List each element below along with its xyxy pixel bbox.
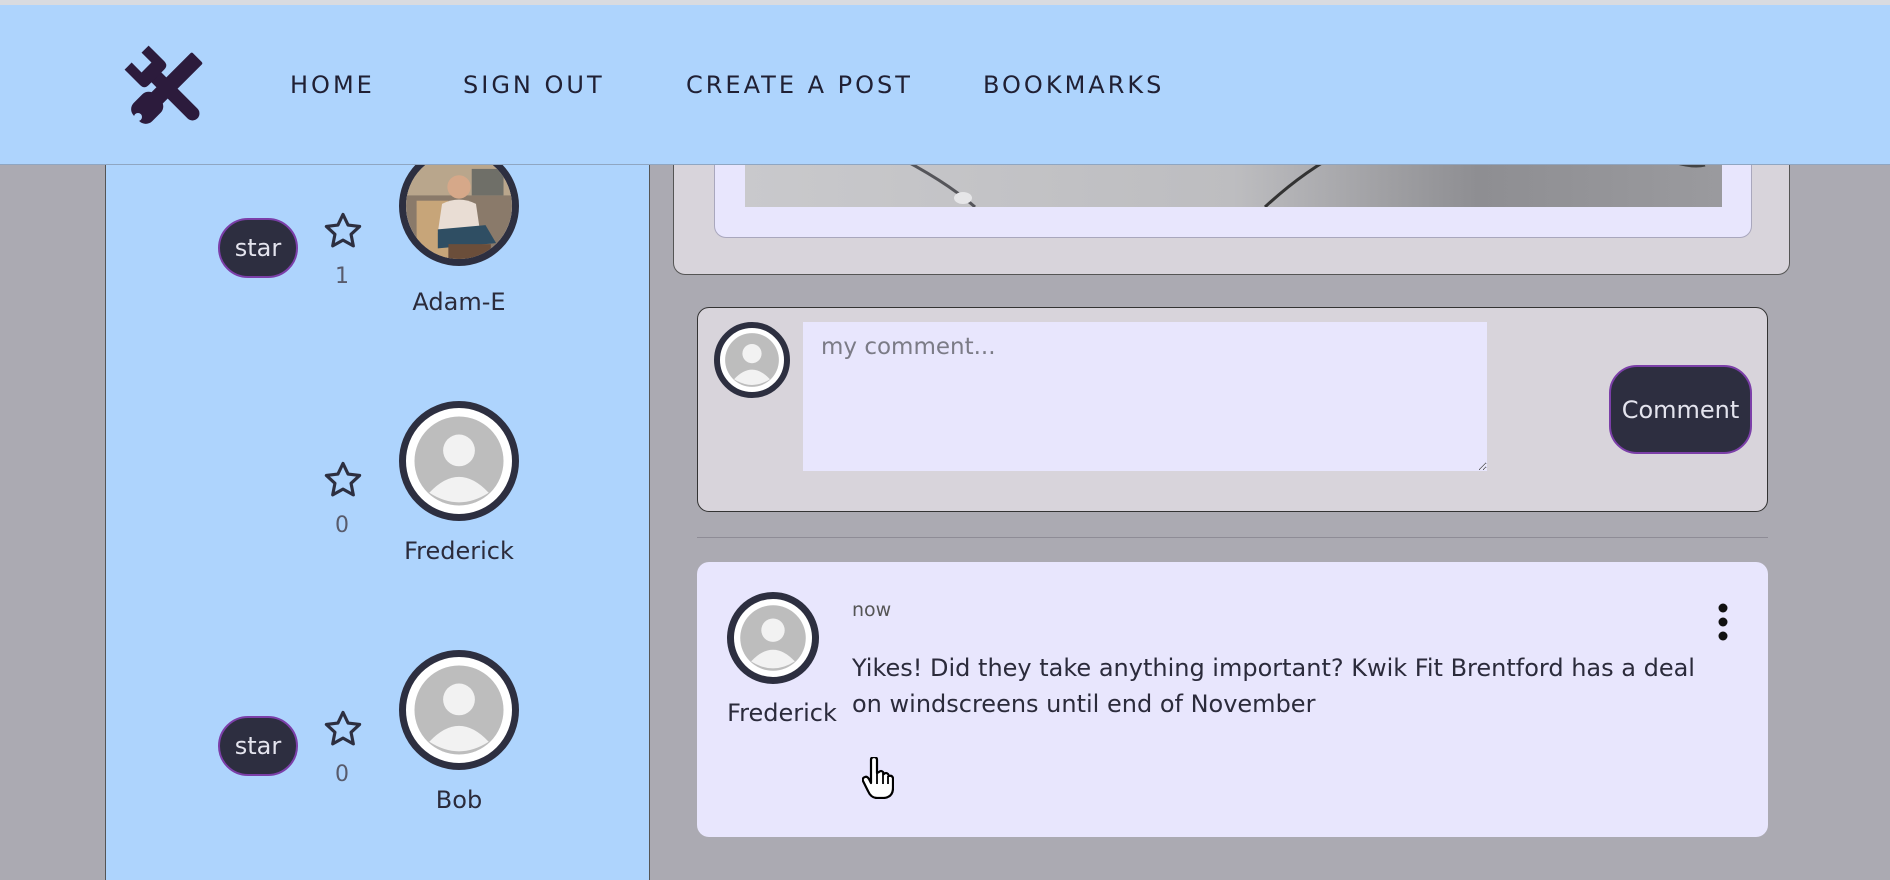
profile-name[interactable]: Adam-E	[364, 288, 554, 316]
avatar[interactable]	[399, 401, 519, 521]
star-count: 0	[335, 513, 349, 538]
avatar[interactable]	[727, 592, 819, 684]
profiles-sidebar: star 1 Adam-E 0 Frederick star 0 Bob	[105, 146, 650, 880]
comment-card: Frederick now Yikes! Did they take anyth…	[697, 562, 1768, 837]
profile-row: 0 Frederick	[106, 399, 649, 569]
comment-submit-button[interactable]: Comment	[1609, 365, 1752, 454]
star-button[interactable]: star	[218, 218, 298, 278]
profile-name[interactable]: Bob	[364, 786, 554, 814]
avatar[interactable]	[399, 650, 519, 770]
post-card	[673, 150, 1790, 275]
star-outline-icon[interactable]	[322, 708, 364, 750]
comment-input[interactable]	[803, 322, 1487, 471]
comment-form: Comment	[697, 307, 1768, 512]
profile-row: star 0 Bob	[106, 648, 649, 818]
hand-pointer-cursor-icon	[861, 755, 895, 800]
divider	[697, 537, 1768, 538]
navbar: HOME SIGN OUT CREATE A POST BOOKMARKS	[0, 5, 1890, 165]
avatar[interactable]	[714, 322, 790, 398]
nav-home-link[interactable]: HOME	[290, 71, 375, 99]
nav-bookmarks-link[interactable]: BOOKMARKS	[983, 71, 1164, 99]
tools-icon[interactable]	[122, 43, 212, 133]
star-count: 1	[335, 264, 349, 289]
star-outline-icon[interactable]	[322, 459, 364, 501]
star-button[interactable]: star	[218, 716, 298, 776]
nav-sign-out-link[interactable]: SIGN OUT	[463, 71, 605, 99]
comment-author[interactable]: Frederick	[722, 699, 842, 727]
comment-text: Yikes! Did they take anything important?…	[852, 654, 1695, 718]
profile-row: star 1 Adam-E	[106, 146, 649, 320]
comment-timestamp: now	[852, 599, 892, 621]
more-options-icon[interactable]	[1712, 602, 1734, 642]
profile-name[interactable]: Frederick	[364, 537, 554, 565]
star-outline-icon[interactable]	[322, 210, 364, 252]
star-count: 0	[335, 762, 349, 787]
nav-create-post-link[interactable]: CREATE A POST	[686, 71, 913, 99]
